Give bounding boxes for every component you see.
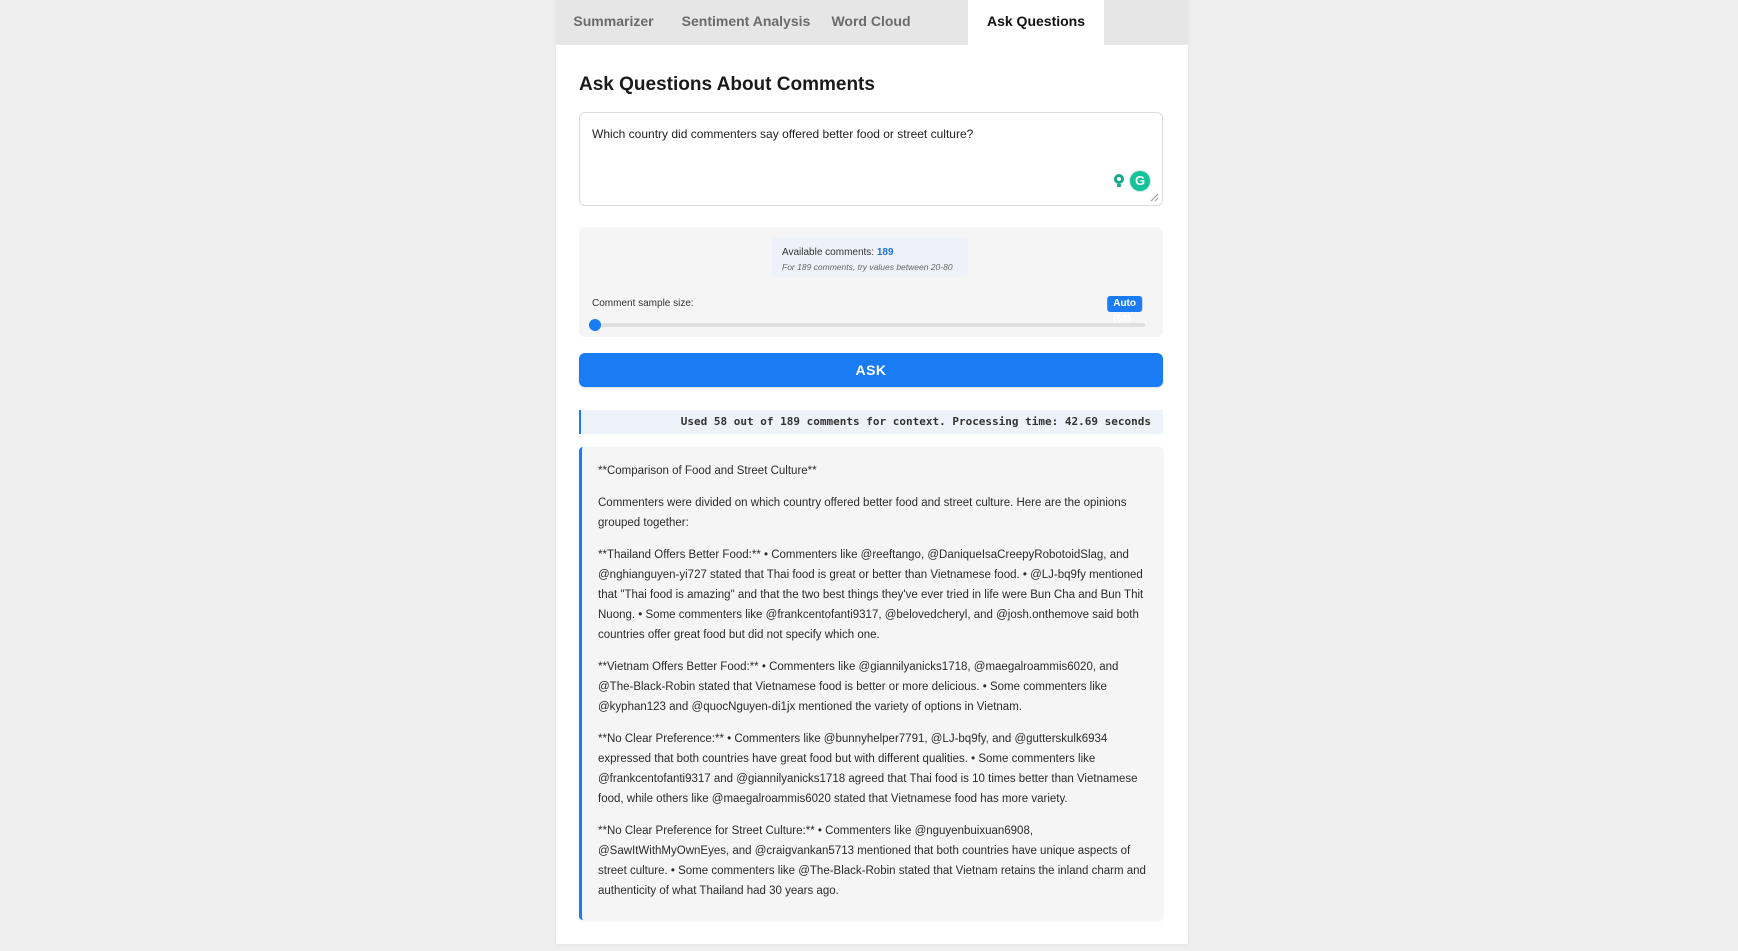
question-input[interactable]: Which country did commenters say offered…	[579, 112, 1163, 206]
answer-paragraph: **No Clear Preference for Street Culture…	[598, 825, 1146, 897]
main-panel: Summarizer Sentiment Analysis Word Cloud…	[556, 0, 1188, 944]
sample-size-label: Comment sample size:	[592, 298, 694, 309]
tab-sentiment-analysis[interactable]: Sentiment Analysis	[671, 0, 821, 45]
available-comments-line: Available comments: 189	[782, 247, 894, 258]
answer-box: **Comparison of Food and Street Culture*…	[579, 447, 1163, 920]
available-comments-count: 189	[876, 247, 894, 258]
resize-grip-icon[interactable]	[1150, 193, 1159, 202]
grammarly-bulb-icon[interactable]	[1111, 173, 1127, 189]
available-comments-label: Available comments:	[782, 247, 875, 258]
slider-thumb[interactable]	[589, 319, 601, 331]
answer-paragraph: **Vietnam Offers Better Food:** • Commen…	[598, 661, 1119, 713]
answer-paragraph: **No Clear Preference:** • Commenters li…	[598, 733, 1138, 805]
status-text: Used 58 out of 189 comments for context.…	[680, 415, 1151, 428]
answer-paragraph: Commenters were divided on which country…	[598, 497, 1127, 529]
ask-button[interactable]: ASK	[579, 353, 1163, 387]
grammarly-g-icon[interactable]: G	[1130, 171, 1150, 191]
available-comments-info: Available comments: 189 For 189 comments…	[772, 237, 968, 277]
question-text[interactable]: Which country did commenters say offered…	[592, 127, 973, 141]
answer-paragraph: **Thailand Offers Better Food:** • Comme…	[598, 549, 1144, 641]
page-title: Ask Questions About Comments	[579, 74, 875, 95]
tab-ask-questions[interactable]: Ask Questions	[968, 0, 1104, 45]
answer-content: **Comparison of Food and Street Culture*…	[598, 461, 1148, 913]
status-bar: Used 58 out of 189 comments for context.…	[579, 410, 1163, 434]
sample-size-hint: For 189 comments, try values between 20-…	[782, 262, 953, 272]
tab-summarizer[interactable]: Summarizer	[556, 0, 671, 45]
auto-sample-badge: Auto (58)	[1107, 296, 1142, 325]
sample-size-slider[interactable]	[589, 319, 1145, 331]
tab-word-cloud[interactable]: Word Cloud	[821, 0, 921, 45]
sample-size-panel: Available comments: 189 For 189 comments…	[579, 227, 1163, 337]
answer-paragraph: **Comparison of Food and Street Culture*…	[598, 465, 817, 477]
tab-bar: Summarizer Sentiment Analysis Word Cloud…	[556, 0, 1188, 45]
